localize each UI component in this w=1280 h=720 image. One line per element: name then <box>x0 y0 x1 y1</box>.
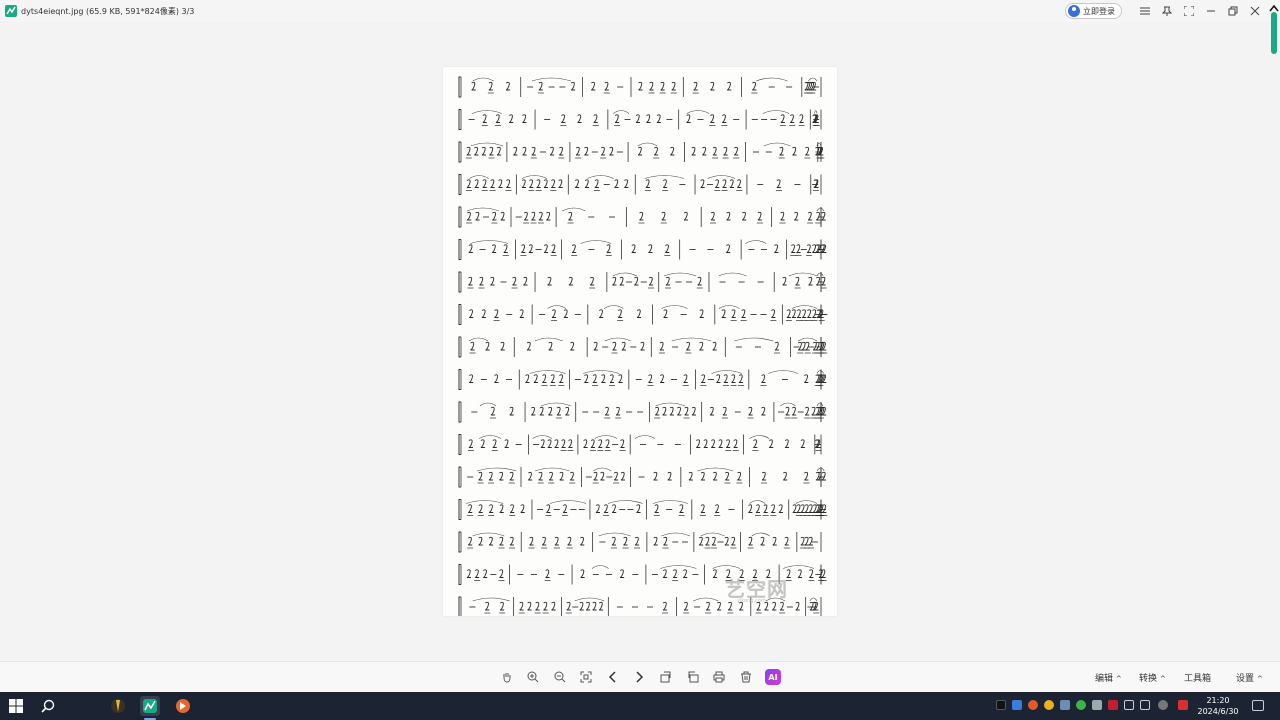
zoom-out-icon <box>554 671 566 683</box>
windows-start-icon[interactable] <box>8 698 24 714</box>
scroll-up-icon[interactable] <box>1269 4 1279 12</box>
taskbar-app-browser[interactable] <box>173 696 193 716</box>
rotate-left-icon <box>660 671 671 683</box>
minimize-button[interactable] <box>1200 0 1222 22</box>
app-tray-icon[interactable] <box>1028 700 1038 710</box>
previous-icon <box>608 671 616 683</box>
window-title: dyts4eieqnt.jpg (65.9 KB, 591*824像素) 3/3 <box>21 6 195 16</box>
rotate-right-button[interactable] <box>684 668 702 686</box>
clock-date: 2024/6/30 <box>1197 707 1239 716</box>
fit-screen-button[interactable] <box>577 668 595 686</box>
chevron-up-icon: ^ <box>1256 675 1263 683</box>
login-label: 立即登录 <box>1083 6 1115 16</box>
settings-menu[interactable]: 设置 ^ <box>1236 671 1263 684</box>
watermark-sub: yikong.com <box>737 598 766 604</box>
settings-label: 设置 <box>1236 674 1255 684</box>
rotate-right-icon <box>688 671 699 683</box>
network-tray-icon[interactable] <box>1092 700 1102 710</box>
image-viewer-app-icon <box>143 699 157 713</box>
ai-button[interactable]: AI <box>765 669 781 685</box>
next-button[interactable] <box>630 668 648 686</box>
music-score-image <box>458 76 828 616</box>
notification-icon[interactable] <box>1252 700 1264 711</box>
toolbox-label: 工具箱 <box>1184 674 1212 684</box>
delete-button[interactable] <box>737 668 755 686</box>
login-button[interactable]: 立即登录 <box>1065 3 1122 19</box>
zoom-in-button[interactable] <box>524 668 542 686</box>
keyboard-icon[interactable] <box>1140 700 1150 710</box>
close-button[interactable] <box>1244 0 1266 22</box>
pin-button[interactable] <box>1156 0 1178 22</box>
menu-icon <box>1140 7 1150 15</box>
app-tray-icon[interactable] <box>1012 700 1022 710</box>
input-method-icon[interactable] <box>1178 700 1188 710</box>
game-app-icon <box>111 699 125 713</box>
pin-icon <box>1162 6 1172 16</box>
restore-icon <box>1228 6 1238 16</box>
rotate-left-button[interactable] <box>657 668 675 686</box>
next-icon <box>636 671 644 683</box>
edit-label: 编辑 <box>1095 674 1114 684</box>
steam-tray-icon[interactable] <box>1060 700 1070 710</box>
print-button[interactable] <box>710 668 728 686</box>
wechat-tray-icon[interactable] <box>1076 700 1086 710</box>
print-icon <box>713 671 725 683</box>
user-avatar-icon <box>1068 5 1080 17</box>
ai-icon: AI <box>768 672 778 682</box>
edit-menu[interactable]: 编辑 ^ <box>1095 671 1122 684</box>
app-logo-icon <box>5 5 17 17</box>
chevron-up-icon: ^ <box>1115 675 1122 683</box>
delete-icon <box>741 671 751 683</box>
browser-app-icon <box>176 699 190 713</box>
app-tray-icon[interactable] <box>1044 700 1054 710</box>
volume-icon[interactable] <box>1124 700 1134 710</box>
hand-icon <box>503 673 511 683</box>
taskbar: 21:20 2024/6/30 <box>0 692 1280 720</box>
fullscreen-icon <box>1184 6 1194 16</box>
convert-label: 转换 <box>1139 674 1158 684</box>
clock-time: 21:20 <box>1206 696 1230 705</box>
convert-menu[interactable]: 转换 ^ <box>1139 671 1166 684</box>
fit-screen-icon <box>580 671 592 683</box>
app-tray-icon[interactable] <box>1158 700 1168 710</box>
minimize-icon <box>1207 10 1215 12</box>
bottom-toolbar: AI 编辑 ^ 转换 ^ 工具箱 设置 ^ <box>0 661 1280 692</box>
search-icon[interactable] <box>40 698 56 714</box>
chevron-up-icon: ^ <box>1159 675 1166 683</box>
fullscreen-button[interactable] <box>1178 0 1200 22</box>
restore-button[interactable] <box>1222 0 1244 22</box>
taskbar-clock[interactable]: 21:20 2024/6/30 <box>1196 695 1240 717</box>
close-icon <box>1250 6 1260 16</box>
scrollbar-thumb[interactable] <box>1271 12 1277 54</box>
zoom-in-icon <box>527 671 539 683</box>
hand-tool-button[interactable] <box>498 668 516 686</box>
taskbar-app-image-viewer[interactable] <box>140 696 160 716</box>
toolbox-button[interactable]: 工具箱 <box>1184 671 1211 684</box>
taskbar-app-game[interactable] <box>108 696 128 716</box>
previous-button[interactable] <box>604 668 622 686</box>
zoom-out-button[interactable] <box>551 668 569 686</box>
title-bar: dyts4eieqnt.jpg (65.9 KB, 591*824像素) 3/3… <box>0 0 1280 22</box>
menu-button[interactable] <box>1134 0 1156 22</box>
image-canvas: 艺空网 yikong.com <box>443 67 837 616</box>
app-tray-icon[interactable] <box>1108 700 1118 710</box>
tiktok-tray-icon[interactable] <box>996 700 1006 710</box>
